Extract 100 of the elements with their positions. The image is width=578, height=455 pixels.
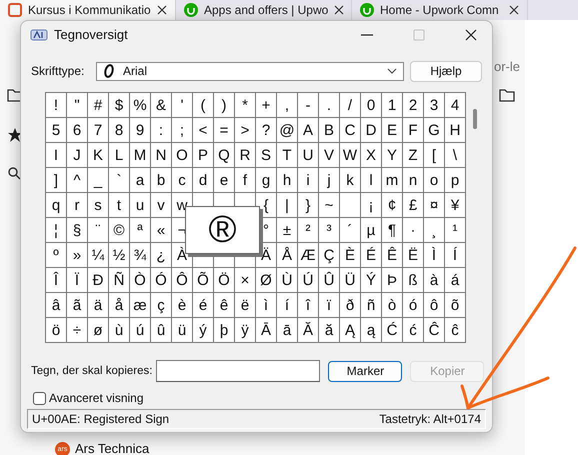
character-cell[interactable]: È — [340, 243, 361, 268]
character-cell[interactable]: ¨ — [88, 218, 109, 243]
character-cell[interactable]: æ — [130, 293, 151, 318]
character-cell[interactable]: ú — [130, 318, 151, 343]
character-cell[interactable]: µ — [361, 218, 382, 243]
character-cell[interactable]: I — [46, 143, 67, 168]
character-cell[interactable]: · — [403, 218, 424, 243]
character-cell[interactable]: b — [151, 168, 172, 193]
character-cell[interactable]: A — [298, 118, 319, 143]
character-cell[interactable]: Ú — [298, 268, 319, 293]
character-cell[interactable]: a — [130, 168, 151, 193]
character-cell[interactable]: t — [109, 193, 130, 218]
character-cell[interactable]: H — [445, 118, 466, 143]
character-cell[interactable]: » — [67, 243, 88, 268]
character-cell[interactable]: < — [193, 118, 214, 143]
character-cell[interactable]: Ć — [382, 318, 403, 343]
character-cell[interactable]: Ā — [256, 318, 277, 343]
character-cell[interactable]: ± — [277, 218, 298, 243]
character-cell[interactable]: & — [151, 93, 172, 118]
character-cell[interactable]: û — [151, 318, 172, 343]
character-cell[interactable] — [340, 193, 361, 218]
character-cell[interactable]: r — [67, 193, 88, 218]
character-cell[interactable]: M — [130, 143, 151, 168]
help-button[interactable]: Hjælp — [410, 60, 482, 82]
character-cell[interactable]: S — [256, 143, 277, 168]
character-cell[interactable]: « — [151, 218, 172, 243]
character-cell[interactable]: £ — [403, 193, 424, 218]
character-cell[interactable]: / — [340, 93, 361, 118]
character-cell[interactable]: + — [256, 93, 277, 118]
character-cell[interactable]: 8 — [109, 118, 130, 143]
character-cell[interactable]: | — [277, 193, 298, 218]
close-icon[interactable] — [509, 5, 519, 15]
character-cell[interactable]: T — [277, 143, 298, 168]
character-cell[interactable]: ; — [172, 118, 193, 143]
close-icon[interactable] — [157, 5, 167, 15]
character-cell[interactable]: } — [298, 193, 319, 218]
character-cell[interactable]: R — [235, 143, 256, 168]
character-cell[interactable]: C — [340, 118, 361, 143]
character-cell[interactable]: Ë — [403, 243, 424, 268]
character-cell[interactable]: ô — [424, 293, 445, 318]
character-cell[interactable]: ¸ — [424, 218, 445, 243]
browser-tab[interactable]: Kursus i Kommunikatio — [0, 0, 176, 20]
character-cell[interactable]: Õ — [193, 268, 214, 293]
character-cell[interactable]: * — [235, 93, 256, 118]
character-cell[interactable]: ó — [403, 293, 424, 318]
character-cell[interactable]: ( — [193, 93, 214, 118]
character-cell[interactable]: ¿ — [151, 243, 172, 268]
character-cell[interactable]: g — [256, 168, 277, 193]
character-cell[interactable]: í — [277, 293, 298, 318]
character-cell[interactable]: v — [151, 193, 172, 218]
character-cell[interactable]: # — [88, 93, 109, 118]
character-cell[interactable]: W — [340, 143, 361, 168]
character-cell[interactable]: Ø — [256, 268, 277, 293]
character-cell[interactable]: è — [172, 293, 193, 318]
character-cell[interactable]: D — [361, 118, 382, 143]
character-cell[interactable]: i — [298, 168, 319, 193]
character-cell[interactable]: h — [277, 168, 298, 193]
character-cell[interactable]: - — [298, 93, 319, 118]
character-cell[interactable]: ð — [340, 293, 361, 318]
character-cell[interactable]: å — [109, 293, 130, 318]
character-cell[interactable]: Ê — [382, 243, 403, 268]
character-cell[interactable]: Ö — [214, 268, 235, 293]
character-cell[interactable]: Ï — [67, 268, 88, 293]
character-cell[interactable]: ! — [46, 93, 67, 118]
character-cell[interactable]: õ — [445, 293, 466, 318]
character-cell[interactable]: Ç — [319, 243, 340, 268]
character-cell[interactable]: é — [193, 293, 214, 318]
character-cell[interactable]: ¶ — [382, 218, 403, 243]
character-cell[interactable]: ã — [67, 293, 88, 318]
character-cell[interactable]: " — [67, 93, 88, 118]
character-cell[interactable]: © — [109, 218, 130, 243]
character-cell[interactable]: ÿ — [235, 318, 256, 343]
character-cell[interactable]: Ì — [424, 243, 445, 268]
character-cell[interactable]: u — [130, 193, 151, 218]
character-cell[interactable]: P — [193, 143, 214, 168]
character-cell[interactable]: ā — [277, 318, 298, 343]
character-cell[interactable]: 3 — [424, 93, 445, 118]
character-cell[interactable]: ª — [130, 218, 151, 243]
character-cell[interactable]: Î — [46, 268, 67, 293]
character-cell[interactable]: 1 — [382, 93, 403, 118]
character-cell[interactable]: ć — [403, 318, 424, 343]
character-cell[interactable]: ) — [214, 93, 235, 118]
character-cell[interactable]: , — [277, 93, 298, 118]
character-cell[interactable]: % — [130, 93, 151, 118]
character-cell[interactable]: ¹ — [445, 218, 466, 243]
character-cell[interactable]: § — [67, 218, 88, 243]
character-cell[interactable]: á — [445, 268, 466, 293]
character-cell[interactable]: 6 — [67, 118, 88, 143]
character-cell[interactable]: 4 — [445, 93, 466, 118]
character-cell[interactable]: ½ — [109, 243, 130, 268]
star-icon[interactable] — [8, 128, 22, 142]
character-cell[interactable]: q — [46, 193, 67, 218]
character-cell[interactable]: ü — [172, 318, 193, 343]
character-cell[interactable]: e — [214, 168, 235, 193]
character-cell[interactable]: â — [46, 293, 67, 318]
character-cell[interactable]: ï — [319, 293, 340, 318]
character-cell[interactable]: ÷ — [67, 318, 88, 343]
character-cell[interactable]: \ — [445, 143, 466, 168]
character-cell[interactable]: . — [319, 93, 340, 118]
character-cell[interactable]: Ó — [151, 268, 172, 293]
